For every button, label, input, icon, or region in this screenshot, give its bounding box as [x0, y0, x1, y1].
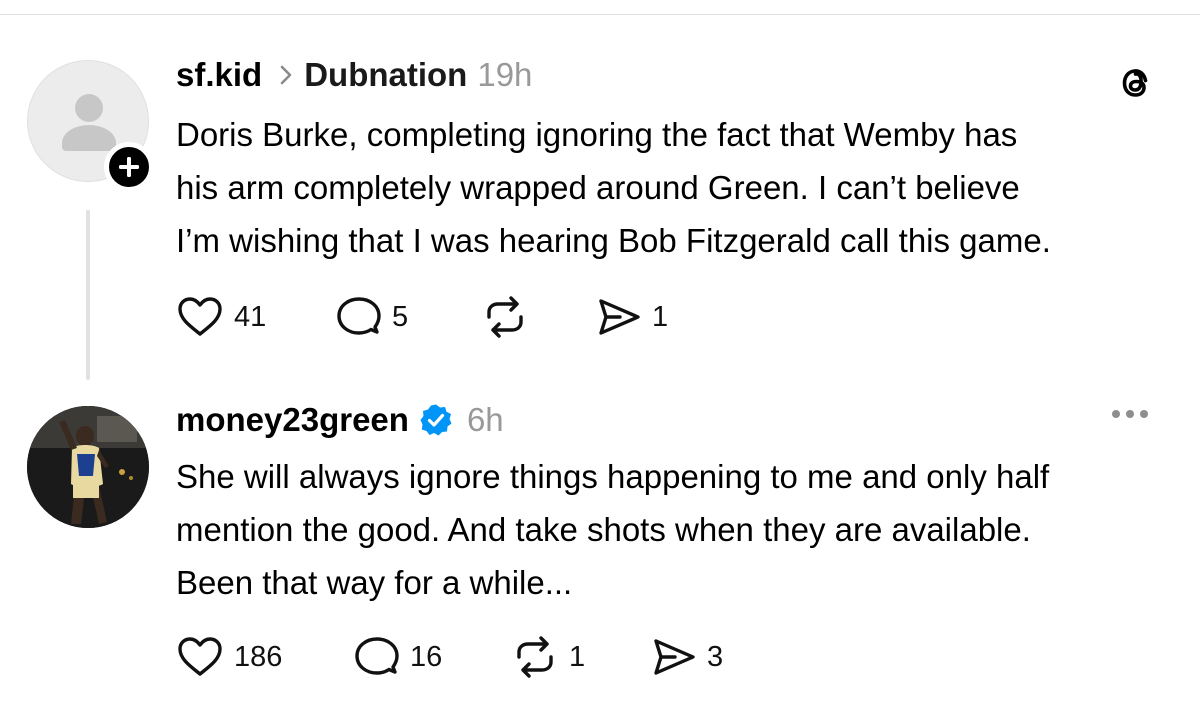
share-icon — [654, 639, 695, 675]
avatar[interactable] — [27, 406, 149, 528]
username[interactable]: money23green — [176, 401, 409, 439]
like-button[interactable]: 41 — [176, 296, 336, 338]
share-button[interactable]: 3 — [651, 636, 723, 678]
comment-icon — [355, 637, 399, 675]
repost-button[interactable] — [481, 296, 596, 338]
share-count: 3 — [707, 640, 724, 673]
post-text-line: his arm completely wrapped around Green.… — [176, 169, 1020, 206]
thread-post: money23green 6h She will always ignore t… — [0, 390, 1200, 705]
reply-count: 16 — [410, 640, 443, 673]
post-text-line: mention the good. And take shots when th… — [176, 511, 1031, 548]
profile-photo — [27, 406, 149, 528]
post-text: She will always ignore things happening … — [176, 450, 1176, 609]
repost-icon — [487, 296, 523, 338]
repost-icon — [517, 636, 553, 678]
post-text-line: She will always ignore things happening … — [176, 458, 1050, 495]
post-header: sf.kid Dubnation 19h — [176, 55, 532, 95]
heart-icon — [178, 637, 222, 676]
community-name[interactable]: Dubnation — [304, 56, 467, 94]
repost-count: 1 — [569, 640, 586, 673]
post-text-line: I’m wishing that I was hearing Bob Fitzg… — [176, 222, 1051, 259]
reply-button[interactable]: 16 — [354, 635, 511, 679]
chevron-right-icon — [280, 65, 292, 85]
reply-count: 5 — [392, 300, 409, 333]
timestamp: 19h — [477, 56, 533, 93]
thread-post: sf.kid Dubnation 19h Doris Burke, comple… — [0, 0, 1200, 390]
action-bar: 186 16 1 3 — [176, 635, 723, 679]
username[interactable]: sf.kid — [176, 56, 262, 94]
thread-line — [86, 210, 90, 380]
reply-button[interactable]: 5 — [336, 295, 481, 339]
like-button[interactable]: 186 — [176, 636, 354, 678]
post-text-line: Been that way for a while... — [176, 564, 573, 601]
like-count: 41 — [234, 300, 267, 333]
post-text-line: Doris Burke, completing ignoring the fac… — [176, 116, 1018, 153]
share-button[interactable]: 1 — [596, 296, 668, 338]
like-count: 186 — [234, 640, 283, 673]
share-icon — [599, 299, 640, 335]
heart-icon — [178, 297, 222, 336]
more-icon[interactable] — [1112, 410, 1148, 418]
threads-logo-icon — [1114, 60, 1158, 109]
timestamp: 6h — [466, 401, 504, 438]
post-header: money23green 6h — [176, 400, 504, 440]
comment-icon — [337, 297, 381, 335]
action-bar: 41 5 1 — [176, 295, 668, 339]
post-text: Doris Burke, completing ignoring the fac… — [176, 108, 1176, 267]
verified-badge-icon — [419, 403, 453, 437]
plus-icon — [119, 157, 139, 177]
repost-button[interactable]: 1 — [511, 636, 651, 678]
follow-button[interactable] — [104, 142, 154, 192]
share-count: 1 — [652, 300, 669, 333]
